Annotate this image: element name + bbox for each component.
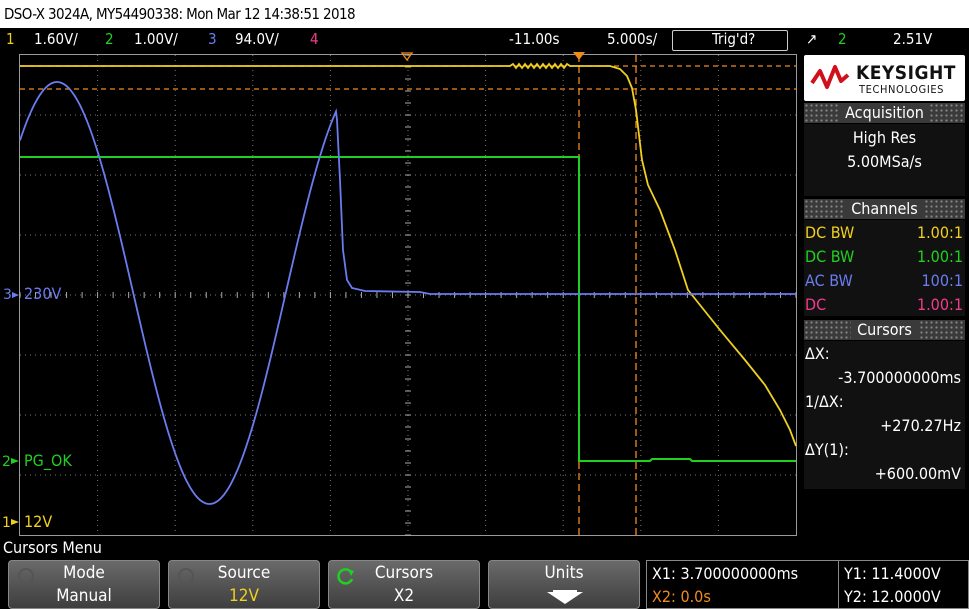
cursors-value: X2 <box>393 586 415 606</box>
entry-knob-icon <box>337 568 354 585</box>
ch4-coupling: DC <box>805 295 827 314</box>
dy-label: ΔY(1): <box>805 440 849 459</box>
brand-name: KEYSIGHT <box>856 62 956 84</box>
ch1-coupling: DC BW <box>805 223 855 242</box>
inv-dx-value: +270.27Hz <box>880 416 961 435</box>
acq-mode: High Res <box>852 128 917 147</box>
y1-readout: Y1: 11.4000V <box>844 564 941 583</box>
channels-body: DC BW 1.00:1 DC BW 1.00:1 AC BW 100:1 DC… <box>804 220 965 316</box>
submenu-arrow-down-icon <box>547 590 583 604</box>
svg-text:2: 2 <box>2 454 11 470</box>
svg-text:3: 3 <box>3 287 12 303</box>
mode-softkey[interactable]: Mode Manual <box>8 560 160 609</box>
ch3-coupling: AC BW <box>805 271 853 290</box>
keysight-wave-icon <box>810 65 850 89</box>
readout-divider <box>838 561 839 608</box>
inv-dx-label: 1/ΔX: <box>805 392 844 411</box>
acquisition-header: Acquisition <box>804 103 965 123</box>
graticule-center-ticks <box>19 54 797 536</box>
keysight-logo: KEYSIGHT TECHNOLOGIES <box>804 55 965 101</box>
knob-icon <box>178 568 194 584</box>
units-label: Units <box>544 563 584 583</box>
knob-icon <box>18 568 34 584</box>
svg-text:1: 1 <box>2 515 11 531</box>
side-panel: KEYSIGHT TECHNOLOGIES Acquisition High R… <box>800 52 969 536</box>
acquisition-body: High Res 5.00MSa/s <box>804 124 965 196</box>
ch1-trace-label: 12V <box>24 512 53 531</box>
ch1-ground-marker-icon: 1 <box>2 515 19 531</box>
source-value: 12V <box>229 586 259 606</box>
cursors-softkey[interactable]: Cursors X2 <box>328 560 480 609</box>
ch2-ground-marker-icon: 2 <box>2 454 19 470</box>
y2-readout: Y2: 12.0000V <box>844 587 941 606</box>
dx-label: ΔX: <box>805 344 830 363</box>
trigger-position-marker-icon <box>573 52 585 60</box>
brand-sub: TECHNOLOGIES <box>859 83 945 96</box>
ch2-coupling: DC BW <box>805 247 855 266</box>
units-softkey[interactable]: Units <box>488 560 640 609</box>
acq-rate: 5.00MSa/s <box>847 152 922 171</box>
dx-value: -3.700000000ms <box>838 368 961 387</box>
ch3-ground-marker-icon: 3 <box>3 287 19 303</box>
menu-title: Cursors Menu <box>3 538 102 557</box>
source-softkey[interactable]: Source 12V <box>168 560 320 609</box>
x2-readout: X2: 0.0s <box>652 587 711 606</box>
ch3-probe: 100:1 <box>921 271 963 290</box>
mode-value: Manual <box>56 586 112 606</box>
x1-readout: X1: 3.700000000ms <box>652 564 799 583</box>
ch3-trace-label: 230V <box>24 284 62 303</box>
ch2-trace-label: PG_OK <box>24 451 72 470</box>
ch4-probe: 1.00:1 <box>916 295 963 314</box>
dy-value: +600.00mV <box>874 464 961 483</box>
channels-header: Channels <box>804 199 965 219</box>
cursors-header: Cursors <box>804 320 965 340</box>
cursors-body: ΔX: -3.700000000ms 1/ΔX: +270.27Hz ΔY(1)… <box>804 341 965 489</box>
ch2-probe: 1.00:1 <box>916 247 963 266</box>
cursor-readout: X1: 3.700000000ms X2: 0.0s Y1: 11.4000V … <box>646 560 969 609</box>
ch1-probe: 1.00:1 <box>916 223 963 242</box>
